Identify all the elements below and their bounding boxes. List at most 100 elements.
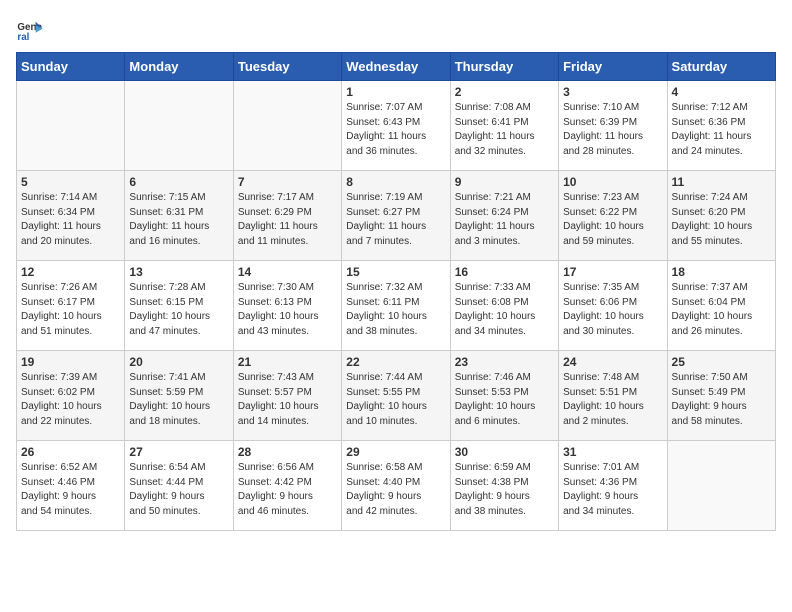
calendar-cell: 2 Sunrise: 7:08 AM Sunset: 6:41 PM Daylig…: [450, 81, 558, 171]
day-number: 9: [455, 175, 554, 189]
calendar-cell: 7 Sunrise: 7:17 AM Sunset: 6:29 PM Daylig…: [233, 171, 341, 261]
calendar-header: SundayMondayTuesdayWednesdayThursdayFrid…: [17, 53, 776, 81]
header-day-friday: Friday: [559, 53, 667, 81]
day-number: 12: [21, 265, 120, 279]
day-number: 10: [563, 175, 662, 189]
calendar-cell: [233, 81, 341, 171]
day-info: Sunrise: 7:30 AM Sunset: 6:13 PM Dayligh…: [238, 281, 337, 339]
calendar-cell: 24 Sunrise: 7:48 AM Sunset: 5:51 PM Dayli…: [559, 351, 667, 441]
calendar-cell: 22Sunrise: 7:44 AM Sunset: 5:55 PM Dayli…: [342, 351, 450, 441]
day-number: 6: [129, 175, 228, 189]
day-info: Sunrise: 7:24 AM Sunset: 6:20 PM Dayligh…: [672, 191, 771, 249]
day-number: 2: [455, 85, 554, 99]
day-number: 16: [455, 265, 554, 279]
page-header: Gene ral: [16, 16, 776, 44]
logo-icon: Gene ral: [16, 16, 44, 44]
day-number: 23: [455, 355, 554, 369]
calendar-cell: 5Sunrise: 7:14 AM Sunset: 6:34 PM Daylig…: [17, 171, 125, 261]
day-info: Sunrise: 7:39 AM Sunset: 6:02 PM Dayligh…: [21, 371, 120, 429]
day-number: 14: [238, 265, 337, 279]
day-number: 25: [672, 355, 771, 369]
day-number: 24: [563, 355, 662, 369]
day-info: Sunrise: 6:59 AM Sunset: 4:38 PM Dayligh…: [455, 461, 554, 519]
day-number: 18: [672, 265, 771, 279]
calendar-cell: 14 Sunrise: 7:30 AM Sunset: 6:13 PM Dayli…: [233, 261, 341, 351]
day-info: Sunrise: 7:46 AM Sunset: 5:53 PM Dayligh…: [455, 371, 554, 429]
day-number: 7: [238, 175, 337, 189]
day-info: Sunrise: 7:50 AM Sunset: 5:49 PM Dayligh…: [672, 371, 771, 429]
day-number: 11: [672, 175, 771, 189]
week-row-1: 1 Sunrise: 7:07 AM Sunset: 6:43 PM Daylig…: [17, 81, 776, 171]
day-number: 8: [346, 175, 445, 189]
calendar-cell: 16 Sunrise: 7:33 AM Sunset: 6:08 PM Dayli…: [450, 261, 558, 351]
calendar-cell: 28 Sunrise: 6:56 AM Sunset: 4:42 PM Dayli…: [233, 441, 341, 531]
day-info: Sunrise: 6:54 AM Sunset: 4:44 PM Dayligh…: [129, 461, 228, 519]
calendar-cell: 8 Sunrise: 7:19 AM Sunset: 6:27 PM Daylig…: [342, 171, 450, 261]
day-info: Sunrise: 7:19 AM Sunset: 6:27 PM Dayligh…: [346, 191, 445, 249]
header-day-wednesday: Wednesday: [342, 53, 450, 81]
day-info: Sunrise: 7:12 AM Sunset: 6:36 PM Dayligh…: [672, 101, 771, 159]
calendar-body: 1 Sunrise: 7:07 AM Sunset: 6:43 PM Daylig…: [17, 81, 776, 531]
calendar-cell: [17, 81, 125, 171]
day-number: 4: [672, 85, 771, 99]
header-day-tuesday: Tuesday: [233, 53, 341, 81]
calendar-cell: 21 Sunrise: 7:43 AM Sunset: 5:57 PM Dayli…: [233, 351, 341, 441]
day-info: Sunrise: 7:17 AM Sunset: 6:29 PM Dayligh…: [238, 191, 337, 249]
calendar-cell: 29Sunrise: 6:58 AM Sunset: 4:40 PM Dayli…: [342, 441, 450, 531]
day-info: Sunrise: 7:35 AM Sunset: 6:06 PM Dayligh…: [563, 281, 662, 339]
calendar-cell: 19Sunrise: 7:39 AM Sunset: 6:02 PM Dayli…: [17, 351, 125, 441]
logo: Gene ral: [16, 16, 48, 44]
day-number: 21: [238, 355, 337, 369]
calendar-cell: 1 Sunrise: 7:07 AM Sunset: 6:43 PM Daylig…: [342, 81, 450, 171]
day-info: Sunrise: 7:41 AM Sunset: 5:59 PM Dayligh…: [129, 371, 228, 429]
calendar-cell: 27 Sunrise: 6:54 AM Sunset: 4:44 PM Dayli…: [125, 441, 233, 531]
day-number: 30: [455, 445, 554, 459]
calendar-cell: 18Sunrise: 7:37 AM Sunset: 6:04 PM Dayli…: [667, 261, 775, 351]
calendar-table: SundayMondayTuesdayWednesdayThursdayFrid…: [16, 52, 776, 531]
day-info: Sunrise: 7:21 AM Sunset: 6:24 PM Dayligh…: [455, 191, 554, 249]
day-info: Sunrise: 7:23 AM Sunset: 6:22 PM Dayligh…: [563, 191, 662, 249]
calendar-cell: [125, 81, 233, 171]
calendar-cell: [667, 441, 775, 531]
day-info: Sunrise: 7:48 AM Sunset: 5:51 PM Dayligh…: [563, 371, 662, 429]
calendar-cell: 13Sunrise: 7:28 AM Sunset: 6:15 PM Dayli…: [125, 261, 233, 351]
calendar-cell: 17 Sunrise: 7:35 AM Sunset: 6:06 PM Dayli…: [559, 261, 667, 351]
day-number: 20: [129, 355, 228, 369]
day-info: Sunrise: 7:44 AM Sunset: 5:55 PM Dayligh…: [346, 371, 445, 429]
day-number: 29: [346, 445, 445, 459]
day-number: 17: [563, 265, 662, 279]
day-info: Sunrise: 7:07 AM Sunset: 6:43 PM Dayligh…: [346, 101, 445, 159]
day-number: 28: [238, 445, 337, 459]
header-day-sunday: Sunday: [17, 53, 125, 81]
calendar-cell: 3Sunrise: 7:10 AM Sunset: 6:39 PM Daylig…: [559, 81, 667, 171]
header-day-monday: Monday: [125, 53, 233, 81]
calendar-cell: 6 Sunrise: 7:15 AM Sunset: 6:31 PM Daylig…: [125, 171, 233, 261]
day-number: 3: [563, 85, 662, 99]
calendar-cell: 23 Sunrise: 7:46 AM Sunset: 5:53 PM Dayli…: [450, 351, 558, 441]
calendar-cell: 11 Sunrise: 7:24 AM Sunset: 6:20 PM Dayli…: [667, 171, 775, 261]
calendar-cell: 15Sunrise: 7:32 AM Sunset: 6:11 PM Dayli…: [342, 261, 450, 351]
day-info: Sunrise: 6:56 AM Sunset: 4:42 PM Dayligh…: [238, 461, 337, 519]
calendar-cell: 9 Sunrise: 7:21 AM Sunset: 6:24 PM Daylig…: [450, 171, 558, 261]
calendar-cell: 30 Sunrise: 6:59 AM Sunset: 4:38 PM Dayli…: [450, 441, 558, 531]
day-info: Sunrise: 7:15 AM Sunset: 6:31 PM Dayligh…: [129, 191, 228, 249]
day-number: 31: [563, 445, 662, 459]
day-info: Sunrise: 7:33 AM Sunset: 6:08 PM Dayligh…: [455, 281, 554, 339]
calendar-cell: 20 Sunrise: 7:41 AM Sunset: 5:59 PM Dayli…: [125, 351, 233, 441]
week-row-2: 5Sunrise: 7:14 AM Sunset: 6:34 PM Daylig…: [17, 171, 776, 261]
week-row-3: 12 Sunrise: 7:26 AM Sunset: 6:17 PM Dayli…: [17, 261, 776, 351]
day-info: Sunrise: 6:52 AM Sunset: 4:46 PM Dayligh…: [21, 461, 120, 519]
calendar-cell: 10 Sunrise: 7:23 AM Sunset: 6:22 PM Dayli…: [559, 171, 667, 261]
week-row-5: 26Sunrise: 6:52 AM Sunset: 4:46 PM Dayli…: [17, 441, 776, 531]
day-info: Sunrise: 7:08 AM Sunset: 6:41 PM Dayligh…: [455, 101, 554, 159]
day-number: 27: [129, 445, 228, 459]
day-number: 5: [21, 175, 120, 189]
day-info: Sunrise: 7:43 AM Sunset: 5:57 PM Dayligh…: [238, 371, 337, 429]
day-number: 1: [346, 85, 445, 99]
calendar-cell: 26Sunrise: 6:52 AM Sunset: 4:46 PM Dayli…: [17, 441, 125, 531]
calendar-cell: 25 Sunrise: 7:50 AM Sunset: 5:49 PM Dayli…: [667, 351, 775, 441]
svg-text:ral: ral: [17, 32, 29, 43]
day-info: Sunrise: 7:28 AM Sunset: 6:15 PM Dayligh…: [129, 281, 228, 339]
day-info: Sunrise: 7:26 AM Sunset: 6:17 PM Dayligh…: [21, 281, 120, 339]
day-number: 15: [346, 265, 445, 279]
